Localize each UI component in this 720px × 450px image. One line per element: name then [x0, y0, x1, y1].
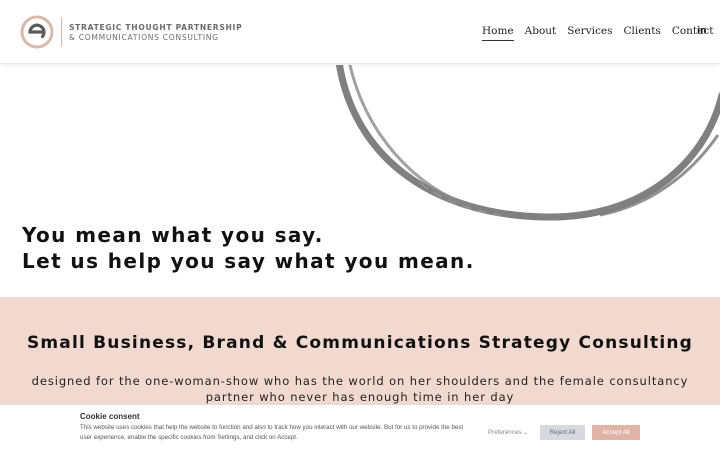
hero-line-1: You mean what you say.	[22, 223, 324, 247]
band-title: Small Business, Brand & Communications S…	[26, 333, 694, 353]
chevron-down-icon: ⌄	[521, 429, 529, 436]
band-subtitle: designed for the one-woman-show who has …	[31, 374, 689, 404]
preferences-button[interactable]: Preferences ⌄	[488, 429, 528, 436]
nav-services[interactable]: Services	[567, 25, 612, 41]
cookie-text: This website uses cookies that help the …	[80, 424, 464, 441]
hero-line-2: Let us help you say what you mean.	[22, 249, 475, 273]
accept-all-button[interactable]: Accept All	[592, 425, 640, 440]
e-circle-logo[interactable]	[20, 15, 54, 49]
cookie-consent-banner: Cookie consent This website uses cookies…	[0, 404, 720, 450]
cookie-title: Cookie consent	[80, 412, 140, 421]
nav-clients[interactable]: Clients	[623, 25, 660, 41]
site-header: STRATEGIC THOUGHT PARTNERSHIP & COMMUNIC…	[0, 0, 720, 64]
hero-tagline: You mean what you say. Let us help you s…	[22, 222, 475, 274]
reject-all-button[interactable]: Reject All	[540, 425, 585, 440]
logo-divider	[61, 17, 62, 47]
nav-about[interactable]: About	[525, 25, 557, 41]
nav-contact[interactable]: Contact	[672, 25, 714, 41]
brand-line-1: STRATEGIC THOUGHT PARTNERSHIP	[69, 23, 243, 32]
brand-line-2: & COMMUNICATIONS CONSULTING	[69, 33, 219, 42]
preferences-label: Preferences	[488, 429, 522, 436]
hero-section: You mean what you say. Let us help you s…	[0, 65, 720, 297]
main-nav: Home About Services Clients Contact	[482, 25, 720, 41]
nav-home[interactable]: Home	[482, 25, 514, 41]
brand-name[interactable]: STRATEGIC THOUGHT PARTNERSHIP & COMMUNIC…	[69, 23, 242, 43]
linkedin-icon[interactable]: in	[697, 26, 707, 36]
